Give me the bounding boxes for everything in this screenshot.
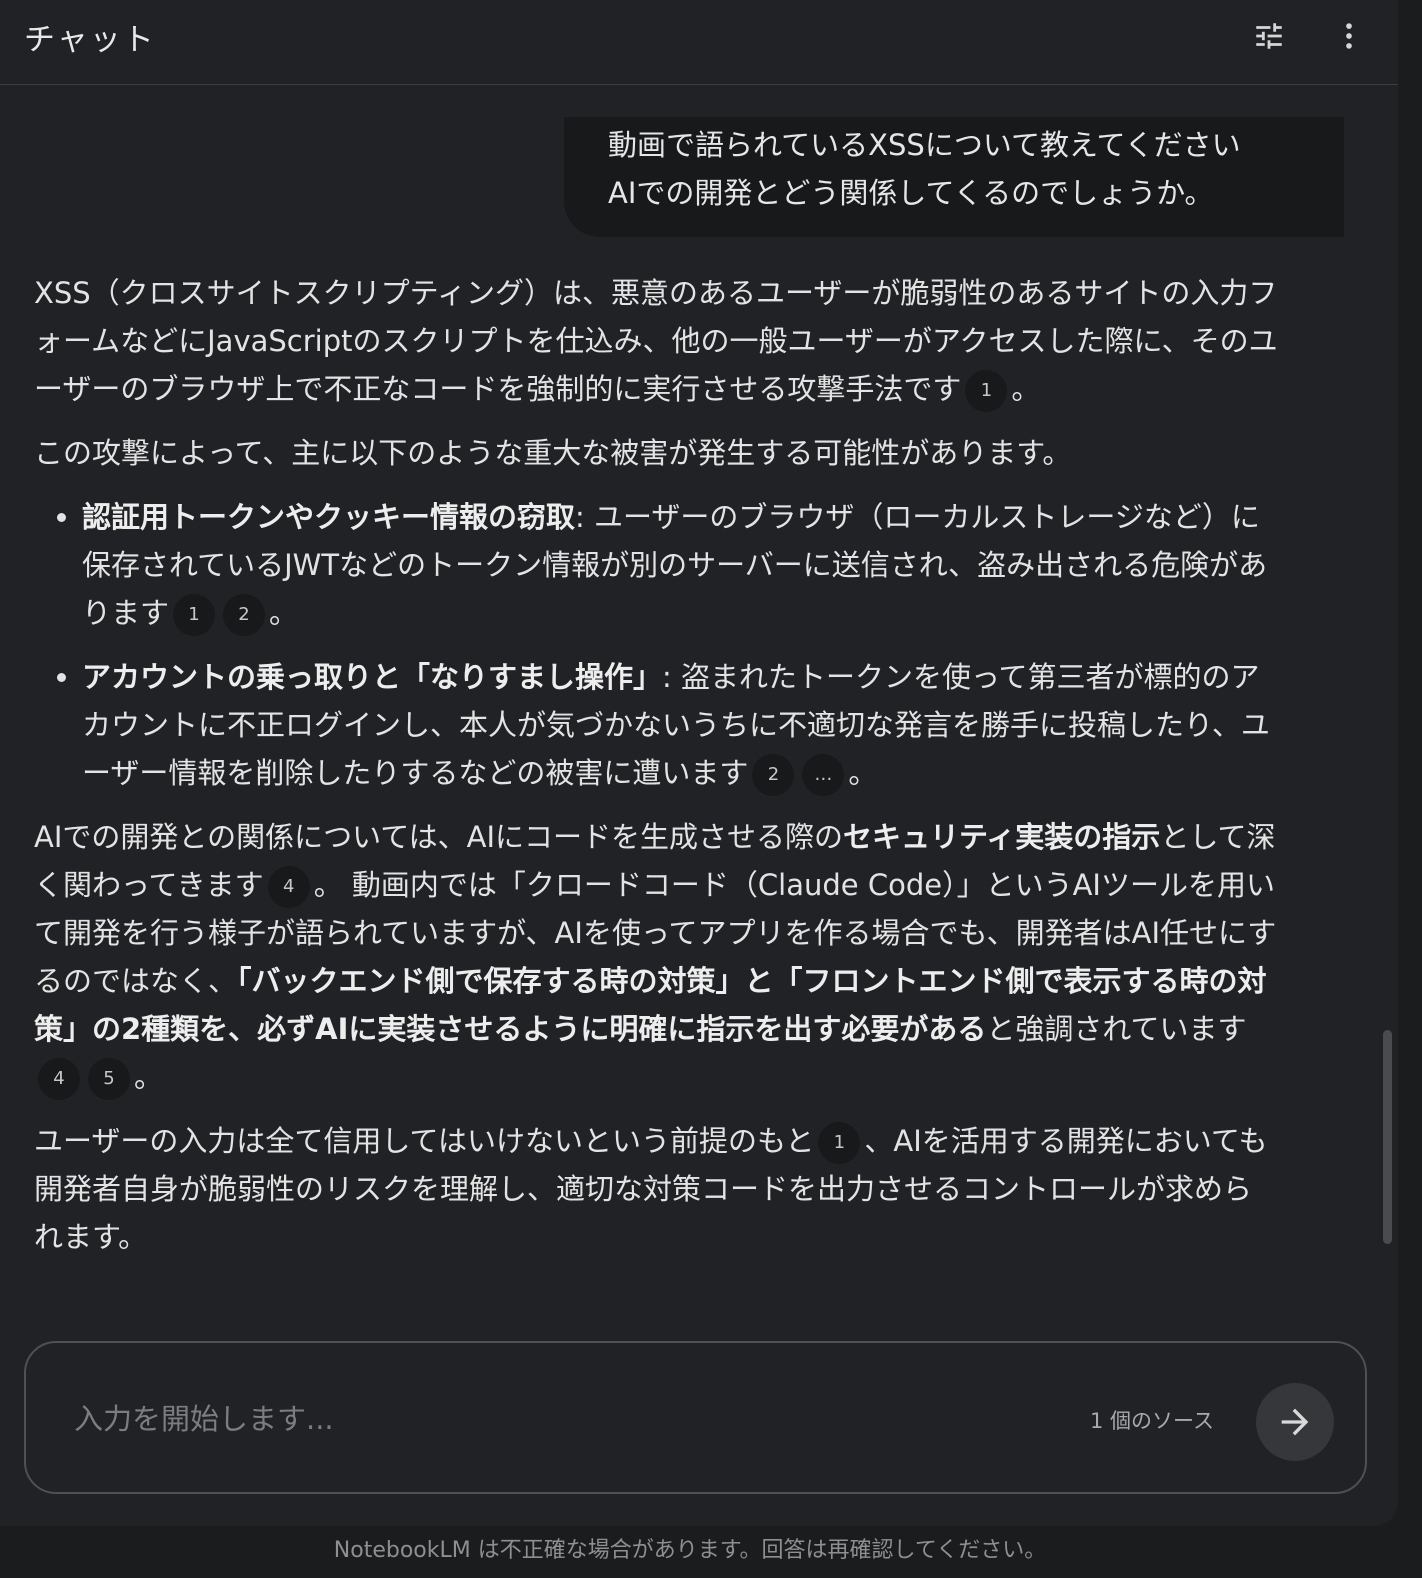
citation-chip[interactable]: 4 xyxy=(38,1058,80,1100)
response-list: 認証用トークンやクッキー情報の窃取: ユーザーのブラウザ（ローカルストレージなど… xyxy=(34,493,1279,797)
list-item-heading: アカウントの乗っ取りと「なりすまし操作」 xyxy=(82,660,663,694)
disclaimer-text: NotebookLM は不正確な場合があります。回答は再確認してください。 xyxy=(333,1538,1047,1563)
user-message: 動画で語られているXSSについて教えてください AIでの開発とどう関係してくるの… xyxy=(564,117,1344,237)
list-item: アカウントの乗っ取りと「なりすまし操作」: 盗まれたトークンを使って第三者が標的… xyxy=(82,653,1279,797)
citation-chip[interactable]: 1 xyxy=(965,370,1008,412)
user-message-line: AIでの開発とどう関係してくるのでしょうか。 xyxy=(608,176,1214,210)
punctuation: 。 xyxy=(848,756,878,790)
response-paragraph: XSS（クロスサイトスクリプティング）は、悪意のあるユーザーが脆弱性のあるサイト… xyxy=(34,269,1279,413)
emphasis-text: セキュリティ実装の指示 xyxy=(843,820,1161,854)
more-vert-icon[interactable] xyxy=(1327,14,1371,58)
citation-chip[interactable]: 1 xyxy=(818,1122,861,1164)
send-button[interactable] xyxy=(1256,1383,1334,1461)
list-item: 認証用トークンやクッキー情報の窃取: ユーザーのブラウザ（ローカルストレージなど… xyxy=(82,493,1279,637)
citation-chip[interactable]: 1 xyxy=(173,594,216,636)
scrollbar-thumb[interactable] xyxy=(1383,1030,1392,1244)
paragraph-text: AIでの開発との関係については、AIにコードを生成させる際の xyxy=(34,820,844,854)
punctuation: 。 xyxy=(134,1060,164,1094)
arrow-forward-icon xyxy=(1281,1408,1309,1436)
paragraph-text: XSS（クロスサイトスクリプティング）は、悪意のあるユーザーが脆弱性のあるサイト… xyxy=(34,276,1278,406)
tune-icon[interactable] xyxy=(1247,14,1291,58)
response-paragraph: ユーザーの入力は全て信用してはいけないという前提のもと 1 、AIを活用する開発にお… xyxy=(34,1117,1279,1261)
citation-chip[interactable]: 2 xyxy=(752,754,795,796)
citation-more-chip[interactable]: … xyxy=(802,754,845,796)
chat-messages[interactable]: 動画で語られているXSSについて教えてください AIでの開発とどう関係してくるの… xyxy=(0,85,1398,1325)
source-count-label: 1 個のソース xyxy=(1090,1409,1214,1433)
citation-chip[interactable]: 2 xyxy=(223,594,266,636)
list-item-heading: 認証用トークンやクッキー情報の窃取 xyxy=(82,500,576,534)
chat-input[interactable] xyxy=(72,1393,976,1445)
chat-panel: チャット 動画で語られているXSSについて教えてください AIでの開発とどう関係… xyxy=(0,0,1398,1526)
chat-composer: 1 個のソース xyxy=(24,1341,1367,1494)
chat-header: チャット xyxy=(0,0,1398,85)
citation-chip[interactable]: 5 xyxy=(88,1058,130,1100)
assistant-response: XSS（クロスサイトスクリプティング）は、悪意のあるユーザーが脆弱性のあるサイト… xyxy=(34,269,1279,1277)
response-paragraph: AIでの開発との関係については、AIにコードを生成させる際のセキュリティ実装の指… xyxy=(34,813,1279,1101)
user-message-line: 動画で語られているXSSについて教えてください xyxy=(608,128,1241,162)
response-paragraph: この攻撃によって、主に以下のような重大な被害が発生する可能性があります。 xyxy=(34,436,1072,470)
punctuation: 。 xyxy=(1011,372,1041,406)
punctuation: 。 xyxy=(269,596,299,630)
citation-chip[interactable]: 4 xyxy=(267,866,310,908)
paragraph-text: と強調されています xyxy=(986,1012,1247,1046)
page-title: チャット xyxy=(24,22,156,58)
paragraph-text: ユーザーの入力は全て信用してはいけないという前提のもと xyxy=(34,1124,815,1158)
